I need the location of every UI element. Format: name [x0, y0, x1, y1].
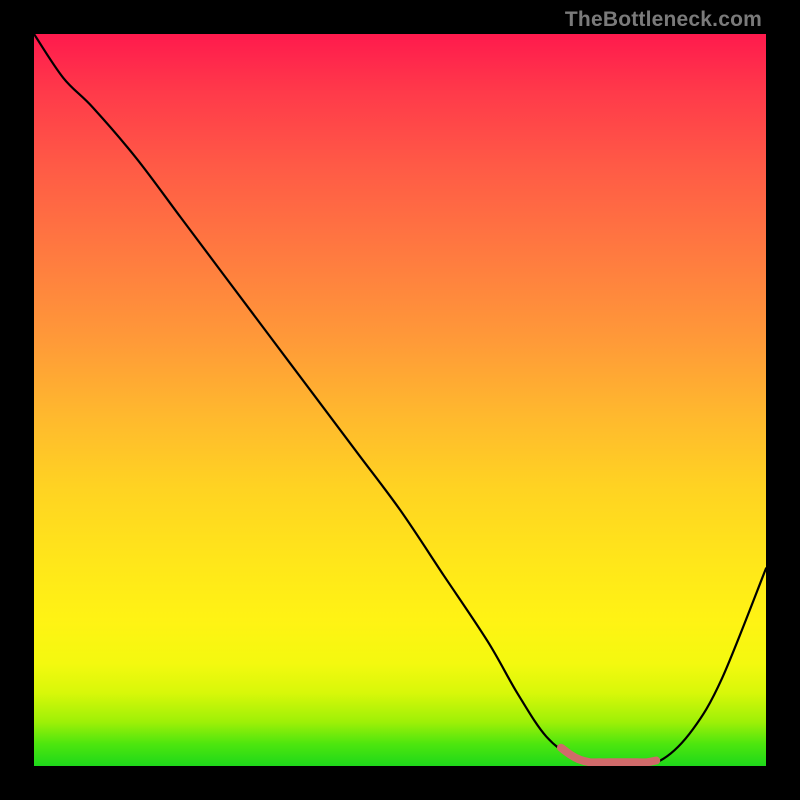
bottleneck-curve-path	[34, 34, 766, 766]
highlight-segment	[561, 748, 656, 763]
watermark-text: TheBottleneck.com	[565, 8, 762, 32]
plot-area	[34, 34, 766, 766]
chart-frame: TheBottleneck.com	[0, 0, 800, 800]
curve-layer	[34, 34, 766, 766]
